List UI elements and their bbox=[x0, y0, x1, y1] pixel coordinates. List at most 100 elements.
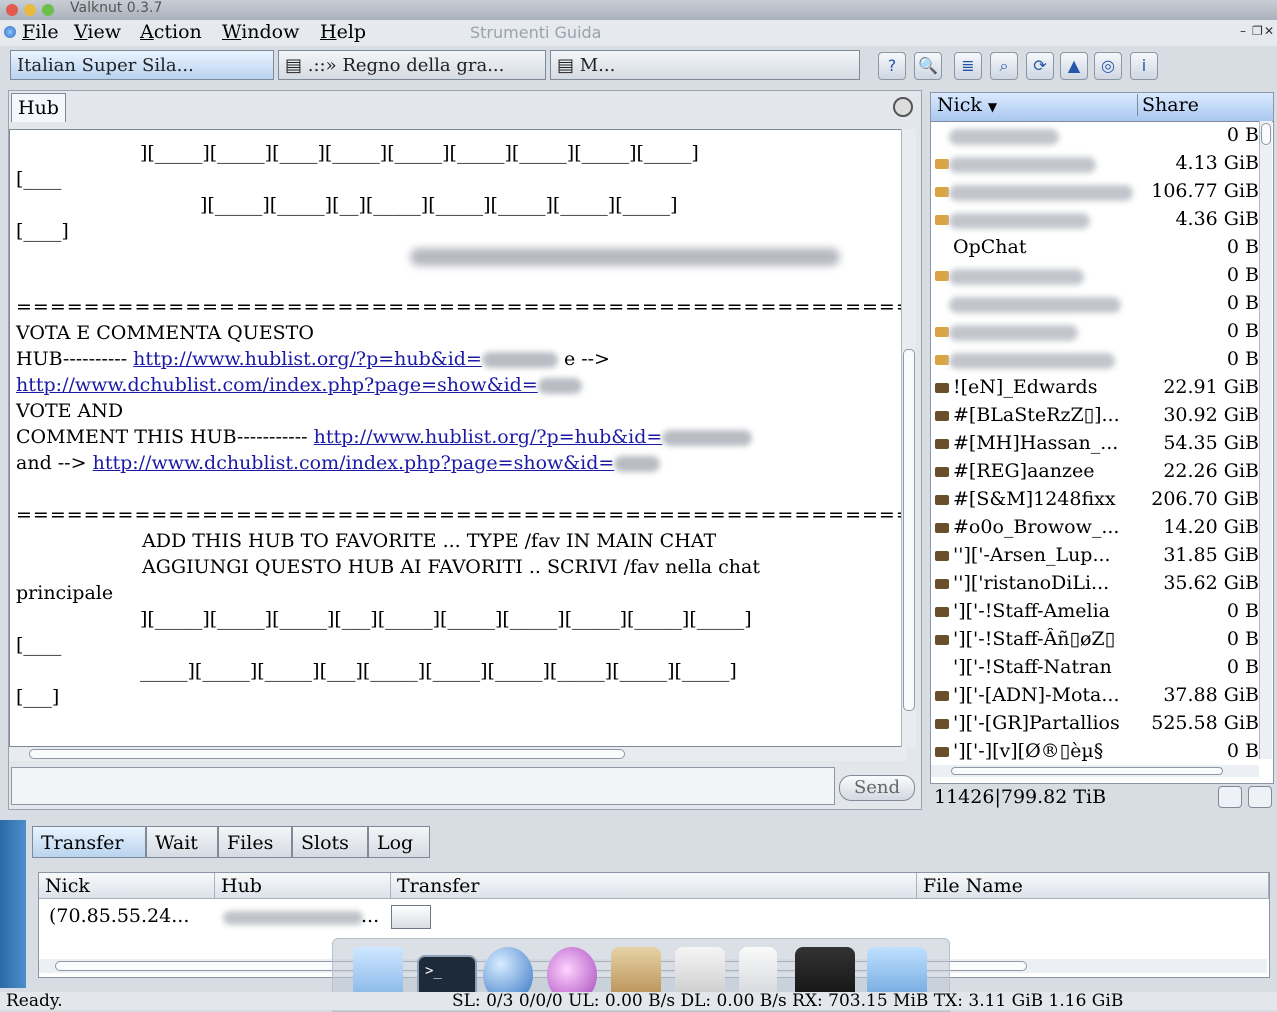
transfer-nick-header[interactable]: Nick bbox=[39, 873, 215, 899]
chat-line: http://www.dchublist.com/index.php?page=… bbox=[16, 372, 582, 398]
hub-tab-italian-super[interactable]: Italian Super Sila... bbox=[10, 50, 274, 80]
info-icon[interactable]: i bbox=[1130, 52, 1158, 80]
chat-vertical-scrollbar[interactable] bbox=[901, 129, 916, 747]
user-row[interactable]: 4.13 GiB bbox=[931, 151, 1259, 179]
user-row[interactable]: #[REG]aanzee 22.26 GiB bbox=[931, 459, 1259, 487]
search-tool-icon[interactable]: 🔍 bbox=[914, 52, 942, 80]
scroll-thumb[interactable] bbox=[951, 767, 1223, 775]
user-row[interactable]: #[S&M]1248fixx 206.70 GiB bbox=[931, 487, 1259, 515]
user-row[interactable]: #[MH]Hassan_... 54.35 GiB bbox=[931, 431, 1259, 459]
user-row[interactable]: ']['-][v][Ø®▯èµ§ 0 B bbox=[931, 739, 1259, 767]
user-row[interactable]: '']['-Arsen_Lup... 31.85 GiB bbox=[931, 543, 1259, 571]
user-list-scrollbar[interactable] bbox=[1259, 121, 1272, 759]
tab-slots[interactable]: Slots bbox=[292, 826, 368, 858]
menu-view[interactable]: View bbox=[66, 21, 129, 43]
user-icon bbox=[935, 663, 949, 673]
chat-line: [____ bbox=[16, 168, 62, 190]
close-hub-icon[interactable] bbox=[893, 97, 913, 117]
user-share: 0 B bbox=[1226, 264, 1259, 286]
scroll-thumb[interactable] bbox=[29, 749, 625, 759]
close-window-button[interactable] bbox=[6, 4, 18, 16]
transfer-filename-header[interactable]: File Name bbox=[917, 873, 1269, 899]
menu-window[interactable]: Window bbox=[214, 21, 307, 43]
user-share: 30.92 GiB bbox=[1163, 404, 1259, 426]
transfer-progress-header[interactable]: Transfer bbox=[391, 873, 917, 899]
window-titlebar: Valknut 0.3.7 bbox=[0, 0, 1277, 21]
chat-line: [____ bbox=[16, 634, 62, 656]
user-settings-icon[interactable] bbox=[1248, 786, 1272, 808]
modem-icon bbox=[935, 607, 949, 617]
hub-list-icon[interactable]: ▲ bbox=[1060, 52, 1088, 80]
menu-action[interactable]: Action bbox=[132, 21, 210, 43]
hub-tab-label[interactable]: Hub bbox=[11, 93, 66, 122]
hublist-link-1[interactable]: http://www.hublist.org/?p=hub&id= bbox=[133, 348, 482, 370]
transfer-hub-header[interactable]: Hub bbox=[215, 873, 391, 899]
dchublist-link-2[interactable]: http://www.dchublist.com/index.php?page=… bbox=[93, 452, 615, 474]
scroll-thumb[interactable] bbox=[903, 349, 915, 711]
help-icon[interactable]: ? bbox=[878, 52, 906, 80]
share-column-header[interactable]: Share bbox=[1137, 94, 1199, 116]
modem-icon bbox=[935, 579, 949, 589]
restore-icon[interactable]: ❐ bbox=[1252, 24, 1263, 38]
chat-horizontal-scrollbar[interactable] bbox=[9, 747, 907, 761]
find-icon[interactable]: ⌕ bbox=[990, 52, 1018, 80]
user-row[interactable]: 0 B bbox=[931, 123, 1259, 151]
user-row[interactable]: 0 B bbox=[931, 263, 1259, 291]
user-row[interactable]: 0 B bbox=[931, 347, 1259, 375]
hub-tab-regno[interactable]: ▤ .::» Regno della gra... bbox=[278, 50, 546, 80]
user-row[interactable]: ![eN]_Edwards 22.91 GiB bbox=[931, 375, 1259, 403]
minimize-window-button[interactable] bbox=[24, 4, 36, 16]
user-row[interactable]: 4.36 GiB bbox=[931, 207, 1259, 235]
tab-log[interactable]: Log bbox=[368, 826, 430, 858]
user-share: 31.85 GiB bbox=[1163, 544, 1259, 566]
reconnect-icon[interactable]: ⟳ bbox=[1026, 52, 1054, 80]
tab-wait[interactable]: Wait bbox=[146, 826, 218, 858]
user-row[interactable]: OpChat 0 B bbox=[931, 235, 1259, 263]
user-row[interactable]: ']['-!Staff-Âñ▯øZ▯ 0 B bbox=[931, 627, 1259, 655]
chat-line: and --> http://www.dchublist.com/index.p… bbox=[16, 450, 661, 476]
user-row[interactable]: 106.77 GiB bbox=[931, 179, 1259, 207]
user-row[interactable]: ']['-[GR]Partallios 525.58 GiB bbox=[931, 711, 1259, 739]
tab-transfer[interactable]: Transfer bbox=[32, 826, 146, 858]
user-row[interactable]: '']['ristanoDiLi... 35.62 GiB bbox=[931, 571, 1259, 599]
user-row[interactable]: #[BLaSteRzZ▯]... 30.92 GiB bbox=[931, 403, 1259, 431]
user-list-hscrollbar[interactable] bbox=[931, 765, 1259, 777]
stack-icon[interactable]: ≣ bbox=[954, 52, 982, 80]
chat-view[interactable]: ][_____][_____][____][_____][_____][____… bbox=[9, 129, 909, 747]
transfer-row-nick[interactable]: (70.85.55.24... bbox=[49, 905, 189, 927]
chat-line: ][_____][_____][____][_____][_____][____… bbox=[140, 142, 699, 164]
user-row[interactable]: #o0o_Browow_... 14.20 GiB bbox=[931, 515, 1259, 543]
user-share: 206.70 GiB bbox=[1151, 488, 1259, 510]
user-row[interactable]: 0 B bbox=[931, 291, 1259, 319]
scroll-thumb[interactable] bbox=[1261, 123, 1271, 145]
target-icon[interactable]: ◎ bbox=[1094, 52, 1122, 80]
nick-column-header[interactable]: Nick ▼ bbox=[937, 94, 997, 116]
blurred-nick bbox=[949, 269, 1084, 285]
user-share: 0 B bbox=[1226, 600, 1259, 622]
sort-down-icon: ▼ bbox=[987, 100, 998, 114]
close-icon[interactable]: ✕ bbox=[1264, 24, 1274, 38]
user-row[interactable]: ']['-[ADN]-Mota... 37.88 GiB bbox=[931, 683, 1259, 711]
user-row[interactable]: 0 B bbox=[931, 319, 1259, 347]
user-nick: ']['-!Staff-Âñ▯øZ▯ bbox=[953, 628, 1116, 650]
send-button[interactable]: Send bbox=[839, 775, 915, 801]
menu-help[interactable]: Help bbox=[312, 21, 374, 43]
hublist-link-2[interactable]: http://www.hublist.org/?p=hub&id= bbox=[314, 426, 663, 448]
user-nick: ']['-!Staff-Amelia bbox=[953, 600, 1111, 622]
user-share: 0 B bbox=[1226, 320, 1259, 342]
tab-files[interactable]: Files bbox=[218, 826, 292, 858]
user-share: 0 B bbox=[1226, 236, 1259, 258]
user-share: 0 B bbox=[1226, 628, 1259, 650]
chat-message-input[interactable] bbox=[11, 767, 835, 805]
user-row[interactable]: ']['-!Staff-Natran 0 B bbox=[931, 655, 1259, 683]
lock-icon[interactable] bbox=[1218, 786, 1242, 808]
minimize-icon[interactable]: – bbox=[1240, 24, 1246, 38]
user-row[interactable]: ']['-!Staff-Amelia 0 B bbox=[931, 599, 1259, 627]
modem-icon bbox=[935, 383, 949, 393]
menu-file[interactable]: File bbox=[14, 21, 67, 43]
key-icon bbox=[935, 271, 949, 281]
dchublist-link-1[interactable]: http://www.dchublist.com/index.php?page=… bbox=[16, 374, 538, 396]
zoom-window-button[interactable] bbox=[42, 4, 54, 16]
hub-tab-third[interactable]: ▤ M... bbox=[550, 50, 860, 80]
user-share: 22.26 GiB bbox=[1163, 460, 1259, 482]
